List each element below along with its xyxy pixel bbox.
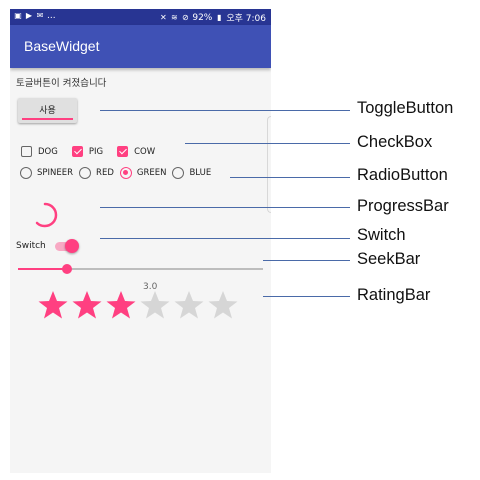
status-time: 오후 7:06 [226, 14, 266, 24]
radio-label: RED [96, 168, 114, 178]
app-title: BaseWidget [24, 38, 100, 54]
star-filled-icon[interactable] [106, 290, 136, 320]
annotation-line [100, 207, 350, 208]
checkbox-label: PIG [88, 146, 104, 157]
annotation-line [100, 110, 350, 111]
star-empty-icon[interactable] [208, 290, 238, 320]
message-icon: ✉ [36, 11, 44, 20]
play-icon: ▶ [25, 11, 33, 20]
block-icon: ⊘ [181, 12, 189, 22]
annotation-seekbar: SeekBar [357, 250, 421, 268]
star-filled-icon[interactable] [38, 290, 68, 320]
checkbox-label: DOG [38, 146, 58, 157]
radio-group: SPINEER RED GREEN BLUE [20, 167, 217, 179]
radio-red[interactable] [79, 167, 92, 179]
annotation-togglebutton: ToggleButton [357, 99, 454, 117]
annotation-line [263, 296, 350, 297]
toggle-indicator [22, 118, 73, 120]
annotation-switch: Switch [357, 226, 406, 244]
radio-blue[interactable] [172, 167, 185, 179]
radio-label: SPINEER [37, 168, 74, 178]
progress-spinner [35, 202, 58, 228]
toggle-label: 사용 [39, 106, 56, 116]
seekbar-thumb[interactable] [62, 264, 72, 274]
annotation-ratingbar: RatingBar [357, 286, 431, 304]
wifi-icon: ≋ [170, 12, 178, 22]
checkbox-row: DOG PIG COW [21, 146, 169, 157]
image-icon: ▣ [14, 11, 22, 20]
annotation-line [230, 177, 350, 178]
toggle-button[interactable]: 사용 [18, 98, 77, 123]
radio-green[interactable] [119, 167, 132, 179]
battery-icon: ▮ [217, 12, 222, 22]
app-bar: BaseWidget [10, 25, 271, 68]
status-ellipsis: ... [47, 11, 56, 21]
mute-icon: ✕ [159, 12, 167, 22]
annotation-line [100, 238, 350, 239]
battery-level: 92% [192, 12, 213, 23]
radio-label: BLUE [189, 168, 212, 178]
star-empty-icon[interactable] [174, 290, 204, 320]
checkbox-label: COW [134, 146, 156, 157]
phone-screen: ▣ ▶ ✉ ... ✕ ≋ ⊘ 92% ▮ 오후 7:06 BaseWidget… [10, 9, 271, 473]
checkbox-dog[interactable] [21, 146, 32, 157]
scroll-edge [267, 116, 271, 213]
annotation-progressbar: ProgressBar [357, 197, 449, 215]
switch-thumb[interactable] [65, 239, 79, 253]
rating-bar[interactable] [38, 290, 238, 320]
toast-message: 토글버튼이 켜졌습니다 [16, 78, 107, 89]
switch-label: Switch [16, 241, 46, 251]
annotation-radiobutton: RadioButton [357, 166, 448, 184]
star-filled-icon[interactable] [72, 290, 102, 320]
radio-spineer[interactable] [20, 167, 32, 179]
seekbar-progress [18, 268, 67, 270]
checkbox-cow[interactable] [117, 146, 129, 157]
checkbox-pig[interactable] [71, 146, 83, 157]
annotation-line [185, 143, 350, 144]
radio-label: GREEN [136, 168, 167, 178]
status-bar: ▣ ▶ ✉ ... ✕ ≋ ⊘ 92% ▮ 오후 7:06 [10, 9, 271, 25]
annotation-line [263, 260, 350, 261]
star-empty-icon[interactable] [140, 290, 170, 320]
annotation-checkbox: CheckBox [357, 133, 433, 151]
